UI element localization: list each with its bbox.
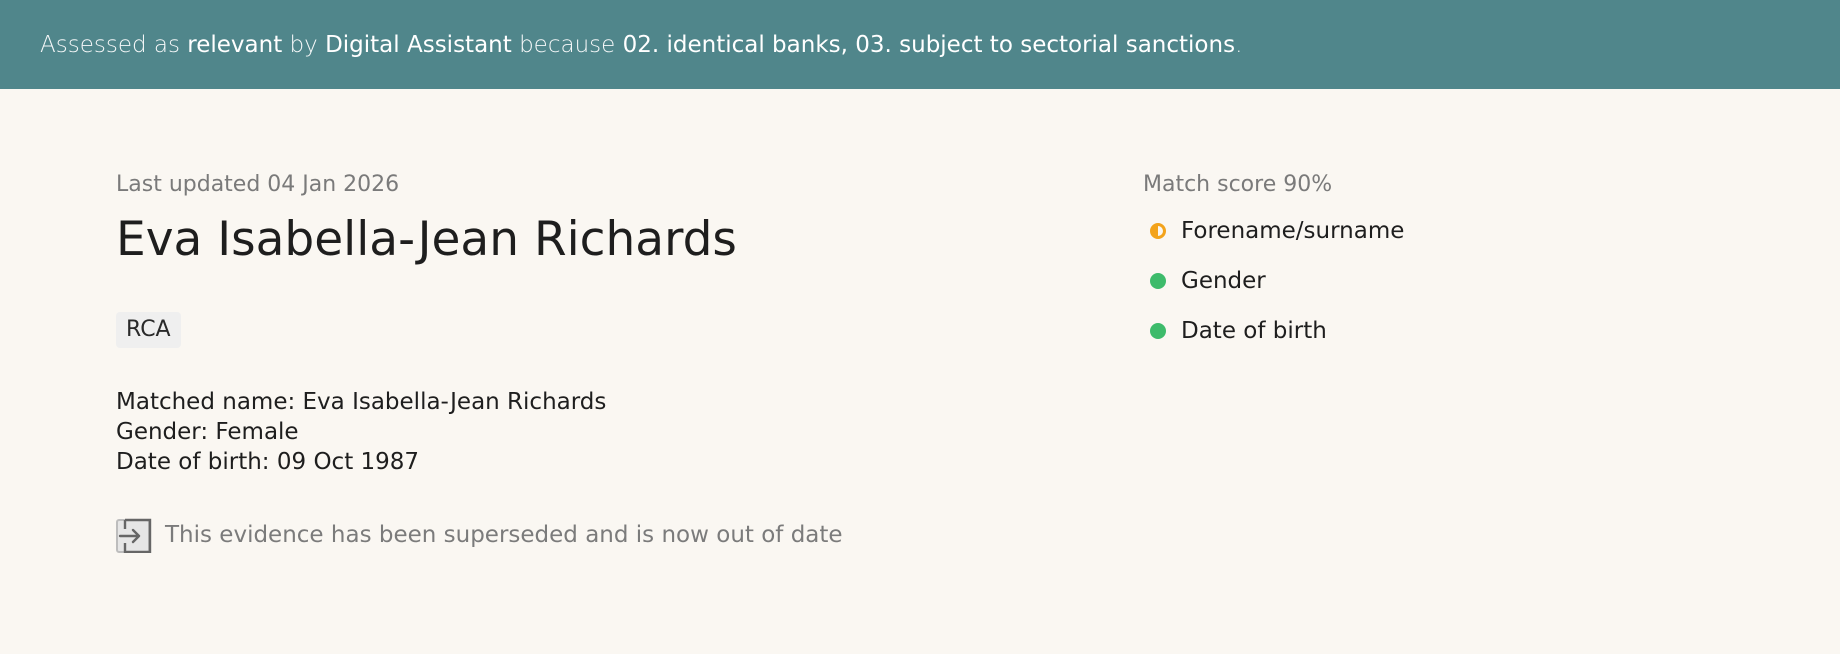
banner-by: by: [289, 31, 318, 58]
profile-name: Eva Isabella-Jean Richards: [116, 212, 737, 267]
banner-reasons: 02. identical banks, 03. subject to sect…: [622, 31, 1236, 58]
banner-end: .: [1235, 31, 1243, 58]
criteria-label: Forename/surname: [1181, 218, 1405, 244]
match-criteria-list: Forename/surname Gender Date of birth: [1143, 206, 1743, 356]
banner-because: because: [519, 31, 616, 58]
match-score: Match score 90%: [1143, 172, 1333, 197]
gender-detail: Gender: Female: [116, 419, 299, 445]
exit-arrow-icon: [116, 517, 152, 554]
dob-detail: Date of birth: 09 Oct 1987: [116, 449, 420, 475]
assessment-banner: Assessed as relevant by Digital Assistan…: [0, 0, 1840, 89]
last-updated: Last updated 04 Jan 2026: [116, 172, 400, 197]
criteria-label: Date of birth: [1181, 318, 1327, 344]
matched-name: Matched name: Eva Isabella-Jean Richards: [116, 389, 607, 415]
superseded-notice: This evidence has been superseded and is…: [116, 517, 1016, 554]
banner-status: relevant: [187, 31, 283, 58]
criteria-label: Gender: [1181, 268, 1266, 294]
criteria-date-of-birth: Date of birth: [1143, 306, 1743, 356]
partial-match-icon: [1150, 223, 1166, 239]
profile-section: Last updated 04 Jan 2026 Eva Isabella-Je…: [116, 170, 1016, 554]
criteria-forename-surname: Forename/surname: [1143, 206, 1743, 256]
rca-tag: RCA: [116, 312, 181, 348]
match-score-section: Match score 90% Forename/surname Gender …: [1143, 170, 1743, 356]
banner-assessor: Digital Assistant: [325, 31, 512, 58]
criteria-gender: Gender: [1143, 256, 1743, 306]
match-details: Matched name: Eva Isabella-Jean Richards…: [116, 387, 1016, 477]
full-match-icon: [1150, 323, 1166, 339]
superseded-text: This evidence has been superseded and is…: [165, 522, 843, 548]
full-match-icon: [1150, 273, 1166, 289]
banner-prefix: Assessed as: [40, 31, 180, 58]
